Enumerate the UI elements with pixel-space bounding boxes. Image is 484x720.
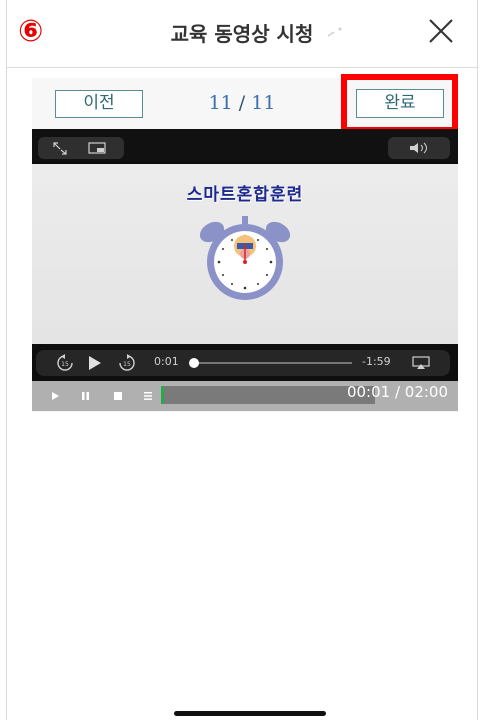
sparkle-icon [327,27,342,37]
volume-icon[interactable] [408,142,432,154]
current-page: 11 [208,92,233,114]
header-divider [6,67,478,68]
pip-icon[interactable] [88,142,106,154]
video-expand-controls[interactable] [38,137,124,159]
page-title: 교육 동영상 시청 [170,22,314,46]
total-pages: 11 [251,92,276,114]
airplay-icon[interactable] [412,356,430,370]
seek-thumb[interactable] [188,358,199,368]
elapsed-time: 0:01 [154,355,179,368]
done-button[interactable]: 완료 [356,89,444,118]
slide-title: 스마트혼합훈련 [186,185,304,205]
remaining-time: -1:59 [362,355,391,368]
expand-icon[interactable] [52,141,68,155]
stop-icon[interactable] [114,392,122,400]
player-time-display: 00:01 / 02:00 [346,383,448,401]
forward-15-icon[interactable]: 15 [118,354,136,372]
menu-icon[interactable] [144,392,152,400]
seek-bar[interactable] [192,362,352,364]
pause-icon[interactable] [82,392,89,400]
player-progress-fill [161,386,164,404]
alarm-clock-illustration [199,216,291,300]
svg-text:15: 15 [61,361,69,368]
page-counter: 11 / 11 [192,92,292,114]
close-icon[interactable] [426,16,456,46]
rewind-15-icon[interactable]: 15 [56,354,74,372]
play-icon[interactable] [52,392,59,400]
volume-control[interactable] [388,137,450,159]
prev-button[interactable]: 이전 [55,90,143,118]
play-icon[interactable] [88,355,102,371]
home-indicator [174,711,326,716]
page-separator: / [238,92,246,114]
svg-text:15: 15 [123,361,131,368]
